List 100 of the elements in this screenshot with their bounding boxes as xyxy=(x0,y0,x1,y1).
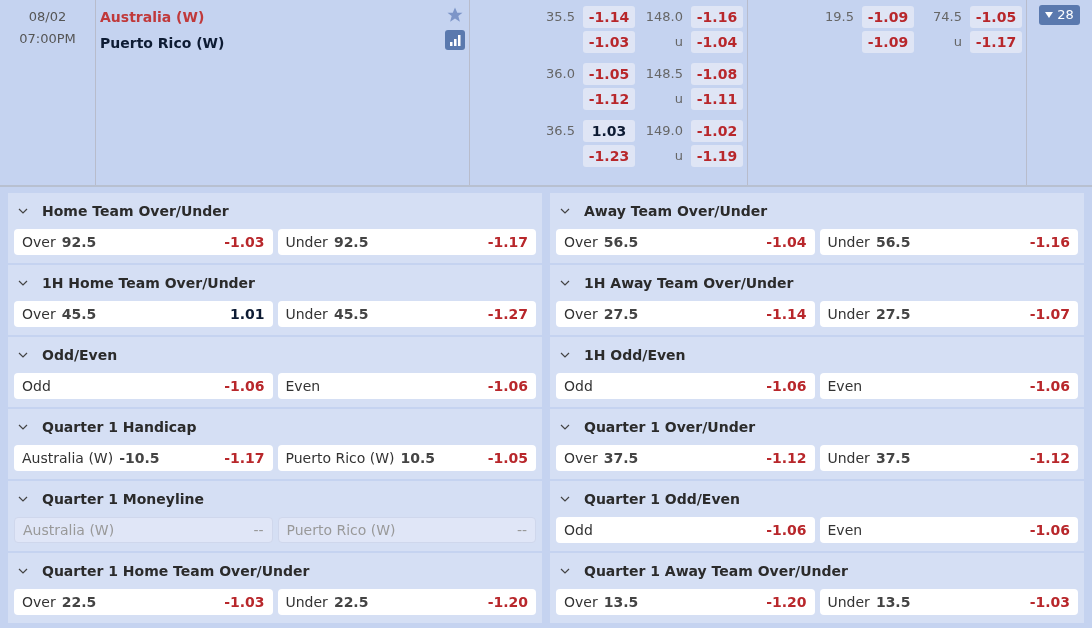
option-odds: -1.04 xyxy=(766,232,807,252)
bet-option-button[interactable]: Under 37.5 -1.12 xyxy=(819,445,1078,471)
odds-button[interactable]: -1.23 xyxy=(583,145,635,167)
bet-option-button[interactable]: Over 56.5 -1.04 xyxy=(556,229,815,255)
market-title: Quarter 1 Away Team Over/Under xyxy=(584,561,848,581)
bet-option-button[interactable]: Under 45.5 -1.27 xyxy=(277,301,536,327)
odds-button[interactable]: -1.02 xyxy=(691,120,743,142)
odds-button[interactable]: -1.03 xyxy=(583,31,635,53)
chevron-down-icon[interactable] xyxy=(18,496,28,502)
odds-button[interactable]: -1.16 xyxy=(691,6,743,28)
odds-button[interactable]: -1.11 xyxy=(691,88,743,110)
market-title: Quarter 1 Odd/Even xyxy=(584,489,740,509)
bet-option-button[interactable]: Puerto Rico (W) 10.5 -1.05 xyxy=(277,445,536,471)
option-odds: 1.01 xyxy=(229,304,265,324)
option-odds: -1.07 xyxy=(1029,304,1070,324)
odds-button[interactable]: -1.12 xyxy=(583,88,635,110)
option-line: 37.5 xyxy=(875,448,911,468)
bet-option-button[interactable]: Australia (W) -10.5 -1.17 xyxy=(14,445,273,471)
option-odds: -1.16 xyxy=(1029,232,1070,252)
option-odds: -1.20 xyxy=(766,592,807,612)
match-date: 08/02 xyxy=(28,8,67,26)
bet-option-button[interactable]: Over 27.5 -1.14 xyxy=(556,301,815,327)
odds-button[interactable]: 1.03 xyxy=(583,120,635,142)
option-line: -10.5 xyxy=(119,448,160,468)
odds-button[interactable]: -1.08 xyxy=(691,63,743,85)
bet-option-button[interactable]: Over 37.5 -1.12 xyxy=(556,445,815,471)
bet-option-button[interactable]: Odd -1.06 xyxy=(556,373,815,399)
option-label: Even xyxy=(827,520,863,540)
bet-option-button[interactable]: Even -1.06 xyxy=(819,373,1078,399)
caret-icon xyxy=(1045,12,1054,18)
market-title: Quarter 1 Over/Under xyxy=(584,417,756,437)
option-line: 22.5 xyxy=(333,592,369,612)
option-odds: -1.06 xyxy=(224,376,265,396)
chevron-down-icon[interactable] xyxy=(18,280,28,286)
bet-option-button[interactable]: Under 27.5 -1.07 xyxy=(819,301,1078,327)
bet-option-button[interactable]: Under 22.5 -1.20 xyxy=(277,589,536,615)
handicap-line: 36.0 xyxy=(545,65,576,84)
bet-option-button[interactable]: Even -1.06 xyxy=(819,517,1078,543)
option-odds: -1.20 xyxy=(487,592,528,612)
option-line: 92.5 xyxy=(333,232,369,252)
market-title: Away Team Over/Under xyxy=(584,201,768,221)
chevron-down-icon[interactable] xyxy=(560,424,570,430)
chevron-down-icon[interactable] xyxy=(560,352,570,358)
odds-button[interactable]: -1.09 xyxy=(862,31,914,53)
option-odds: -1.12 xyxy=(766,448,807,468)
option-odds: -1.05 xyxy=(487,448,528,468)
chevron-down-icon[interactable] xyxy=(18,424,28,430)
odds-button[interactable]: -1.09 xyxy=(862,6,914,28)
option-label: Over xyxy=(564,232,598,252)
star-icon[interactable] xyxy=(446,6,464,24)
total-line: 148.0 xyxy=(645,8,684,27)
option-label: Under xyxy=(827,232,870,252)
chevron-down-icon[interactable] xyxy=(18,352,28,358)
odds-button[interactable]: -1.04 xyxy=(691,31,743,53)
chevron-down-icon[interactable] xyxy=(560,496,570,502)
option-label: Odd xyxy=(564,520,593,540)
option-line: 56.5 xyxy=(603,232,639,252)
bet-option-button[interactable]: Under 13.5 -1.03 xyxy=(819,589,1078,615)
chevron-down-icon[interactable] xyxy=(18,208,28,214)
option-line: 45.5 xyxy=(333,304,369,324)
odds-button[interactable]: -1.17 xyxy=(970,31,1022,53)
option-odds: -1.06 xyxy=(766,376,807,396)
option-odds: -1.03 xyxy=(224,592,265,612)
bet-option-button[interactable]: Odd -1.06 xyxy=(556,517,815,543)
option-odds: -1.27 xyxy=(487,304,528,324)
odds-button[interactable]: -1.05 xyxy=(970,6,1022,28)
bet-option-button[interactable]: Under 92.5 -1.17 xyxy=(277,229,536,255)
option-odds: -1.17 xyxy=(224,448,265,468)
under-label: u xyxy=(952,33,963,52)
bet-option-button[interactable]: Over 13.5 -1.20 xyxy=(556,589,815,615)
bet-option-button[interactable]: Even -1.06 xyxy=(277,373,536,399)
bet-option-button[interactable]: Over 22.5 -1.03 xyxy=(14,589,273,615)
option-label: Under xyxy=(827,448,870,468)
chevron-down-icon[interactable] xyxy=(560,208,570,214)
under-label: u xyxy=(673,90,684,109)
option-label: Over xyxy=(564,304,598,324)
option-label: Over xyxy=(22,304,56,324)
option-line: 10.5 xyxy=(400,448,436,468)
more-markets-button[interactable]: 28 xyxy=(1039,5,1080,25)
option-label: Under xyxy=(827,592,870,612)
stats-icon[interactable] xyxy=(445,30,465,50)
option-odds: -1.06 xyxy=(1029,520,1070,540)
chevron-down-icon[interactable] xyxy=(560,280,570,286)
bet-option-button[interactable]: Odd -1.06 xyxy=(14,373,273,399)
option-label: Australia (W) xyxy=(22,448,114,468)
under-label: u xyxy=(673,33,684,52)
option-line: 45.5 xyxy=(61,304,97,324)
chevron-down-icon[interactable] xyxy=(18,568,28,574)
option-odds: -1.06 xyxy=(1029,376,1070,396)
odds-button[interactable]: -1.19 xyxy=(691,145,743,167)
bet-option-button[interactable]: Over 92.5 -1.03 xyxy=(14,229,273,255)
handicap-line: 19.5 xyxy=(824,8,855,27)
chevron-down-icon[interactable] xyxy=(560,568,570,574)
odds-button[interactable]: -1.05 xyxy=(583,63,635,85)
option-label: Even xyxy=(285,376,321,396)
bet-option-button[interactable]: Under 56.5 -1.16 xyxy=(819,229,1078,255)
odds-button[interactable]: -1.14 xyxy=(583,6,635,28)
bet-option-button[interactable]: Over 45.5 1.01 xyxy=(14,301,273,327)
option-label: Over xyxy=(22,232,56,252)
option-label: Puerto Rico (W) xyxy=(286,520,396,540)
